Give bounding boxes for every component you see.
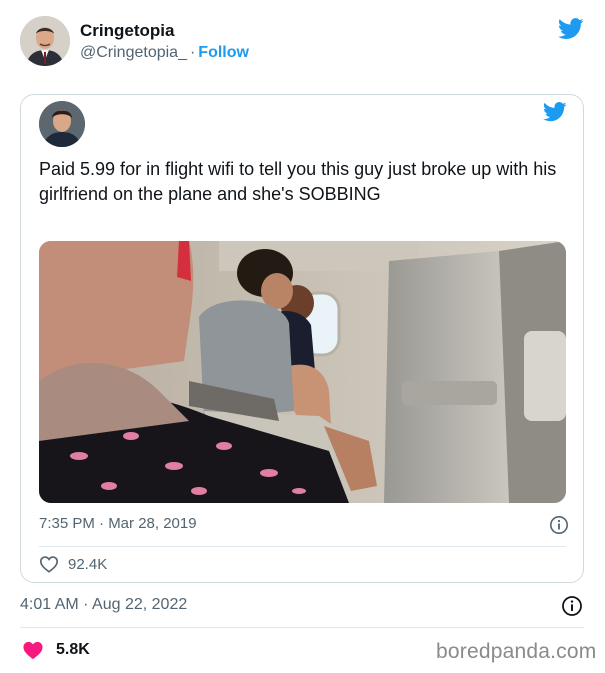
quoted-tweet-card[interactable]: Paid 5.99 for in flight wifi to tell you… [20, 94, 584, 583]
tweet-screenshot: Cringetopia @Cringetopia_ · Follow Paid 5.… [0, 0, 605, 673]
quoted-like-row[interactable]: 92.4K [39, 555, 107, 573]
display-name[interactable]: Cringetopia [80, 21, 174, 41]
handle-row: @Cringetopia_ · Follow [80, 44, 249, 62]
divider [20, 627, 584, 628]
quoted-avatar[interactable] [39, 101, 85, 147]
heart-outline-icon[interactable] [39, 555, 59, 573]
outer-timestamp[interactable]: 4:01 AM · Aug 22, 2022 [20, 596, 187, 614]
heart-filled-icon[interactable] [22, 640, 44, 660]
quoted-timestamp[interactable]: 7:35 PM · Mar 28, 2019 [39, 515, 197, 532]
avatar[interactable] [20, 16, 70, 66]
quoted-avatar-image [39, 101, 85, 147]
twitter-bird-icon[interactable] [543, 102, 567, 122]
airplane-cabin-photo [39, 241, 566, 503]
avatar-image [20, 16, 70, 66]
tweet-photo[interactable] [39, 241, 566, 503]
separator: · [189, 44, 196, 61]
twitter-bird-icon[interactable] [558, 18, 584, 40]
divider [39, 546, 566, 547]
handle[interactable]: @Cringetopia_ [80, 44, 187, 61]
info-icon[interactable] [549, 515, 569, 535]
outer-like-row[interactable]: 5.8K [22, 640, 90, 660]
info-icon[interactable] [561, 595, 583, 617]
quoted-like-count: 92.4K [68, 555, 108, 573]
tweet-text: Paid 5.99 for in flight wifi to tell you… [39, 159, 557, 204]
follow-button[interactable]: Follow [198, 44, 249, 61]
watermark: boredpanda.com [436, 640, 597, 663]
outer-like-count: 5.8K [56, 641, 90, 658]
